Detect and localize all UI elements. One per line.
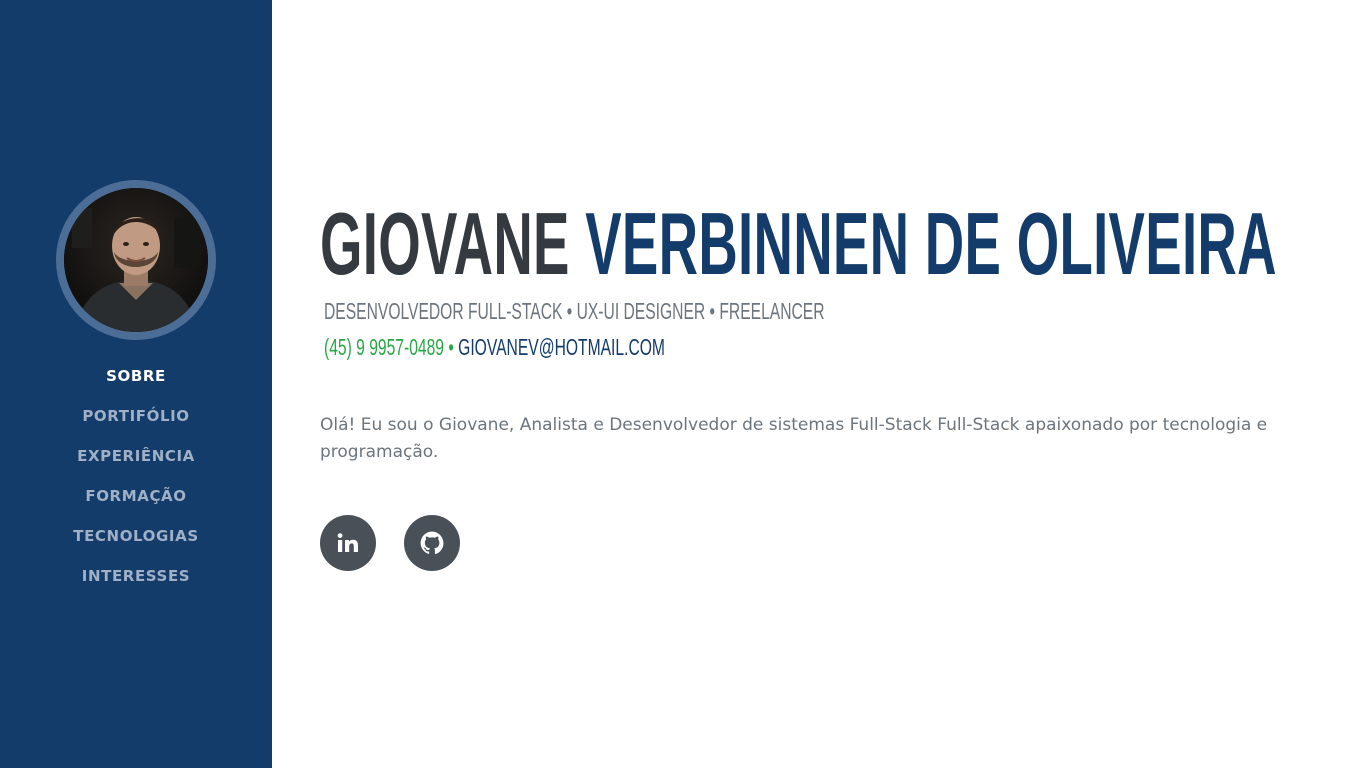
linkedin-icon — [337, 533, 358, 552]
job-title: DESENVOLVEDOR FULL-STACK • UX-UI DESIGNE… — [324, 298, 825, 324]
nav-item-tecnologias[interactable]: TECNOLOGIAS — [0, 522, 272, 562]
nav-item-interesses[interactable]: INTERESSES — [0, 562, 272, 602]
nav-item-formacao[interactable]: FORMAÇÃO — [0, 482, 272, 522]
profile-photo — [64, 188, 208, 332]
contact-separator: • — [443, 334, 459, 360]
github-icon — [420, 531, 444, 555]
contact-line: (45) 9 9957-0489 • GIOVANEV@HOTMAIL.COM — [324, 332, 665, 362]
nav-item-portifolio[interactable]: PORTIFÓLIO — [0, 402, 272, 442]
sidebar: SOBRE PORTIFÓLIO EXPERIÊNCIA FORMAÇÃO TE… — [0, 0, 272, 768]
email-link[interactable]: GIOVANEV@HOTMAIL.COM — [458, 334, 665, 360]
first-name: GIOVANE — [320, 194, 570, 293]
bio-text: Olá! Eu sou o Giovane, Analista e Desenv… — [320, 415, 1268, 462]
sidebar-nav: SOBRE PORTIFÓLIO EXPERIÊNCIA FORMAÇÃO TE… — [0, 362, 272, 602]
profile-avatar[interactable] — [56, 180, 216, 340]
github-button[interactable] — [404, 515, 460, 571]
last-name: VERBINNEN DE OLIVEIRA — [585, 194, 1277, 293]
linkedin-button[interactable] — [320, 515, 376, 571]
person-photo-icon — [64, 188, 208, 332]
phone-number: (45) 9 9957-0489 — [324, 334, 444, 360]
nav-item-experiencia[interactable]: EXPERIÊNCIA — [0, 442, 272, 482]
nav-item-sobre[interactable]: SOBRE — [0, 362, 272, 402]
page-title: GIOVANE VERBINNEN DE OLIVEIRA — [320, 194, 1277, 294]
social-icons — [320, 515, 460, 571]
